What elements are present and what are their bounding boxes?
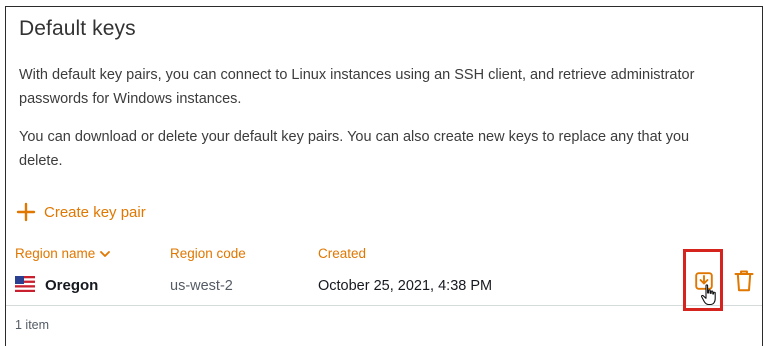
item-count: 1 item xyxy=(15,318,50,332)
description-connect: With default key pairs, you can connect … xyxy=(19,67,695,107)
created-cell: October 25, 2021, 4:38 PM xyxy=(318,278,493,294)
hand-cursor-icon xyxy=(700,284,716,306)
region-name-cell: Oregon xyxy=(45,277,99,294)
chevron-down-icon xyxy=(100,250,111,257)
us-flag-icon xyxy=(15,276,35,292)
region-code-cell: us-west-2 xyxy=(170,278,233,294)
panel-title: Default keys xyxy=(19,17,136,40)
column-header-region-code: Region code xyxy=(170,246,246,261)
description-download: You can download or delete your default … xyxy=(19,129,690,169)
default-keys-panel: Default keys With default key pairs, you… xyxy=(5,6,763,346)
create-key-pair-label: Create key pair xyxy=(44,203,146,221)
column-header-region-name-label: Region name xyxy=(15,246,96,261)
plus-icon xyxy=(16,202,36,222)
table-row: Oregon us-west-2 October 25, 2021, 4:38 … xyxy=(6,267,762,306)
column-header-created: Created xyxy=(318,246,367,261)
column-header-region-name[interactable]: Region name xyxy=(15,246,111,261)
trash-icon[interactable] xyxy=(734,270,754,292)
create-key-pair-button[interactable]: Create key pair xyxy=(15,200,146,224)
